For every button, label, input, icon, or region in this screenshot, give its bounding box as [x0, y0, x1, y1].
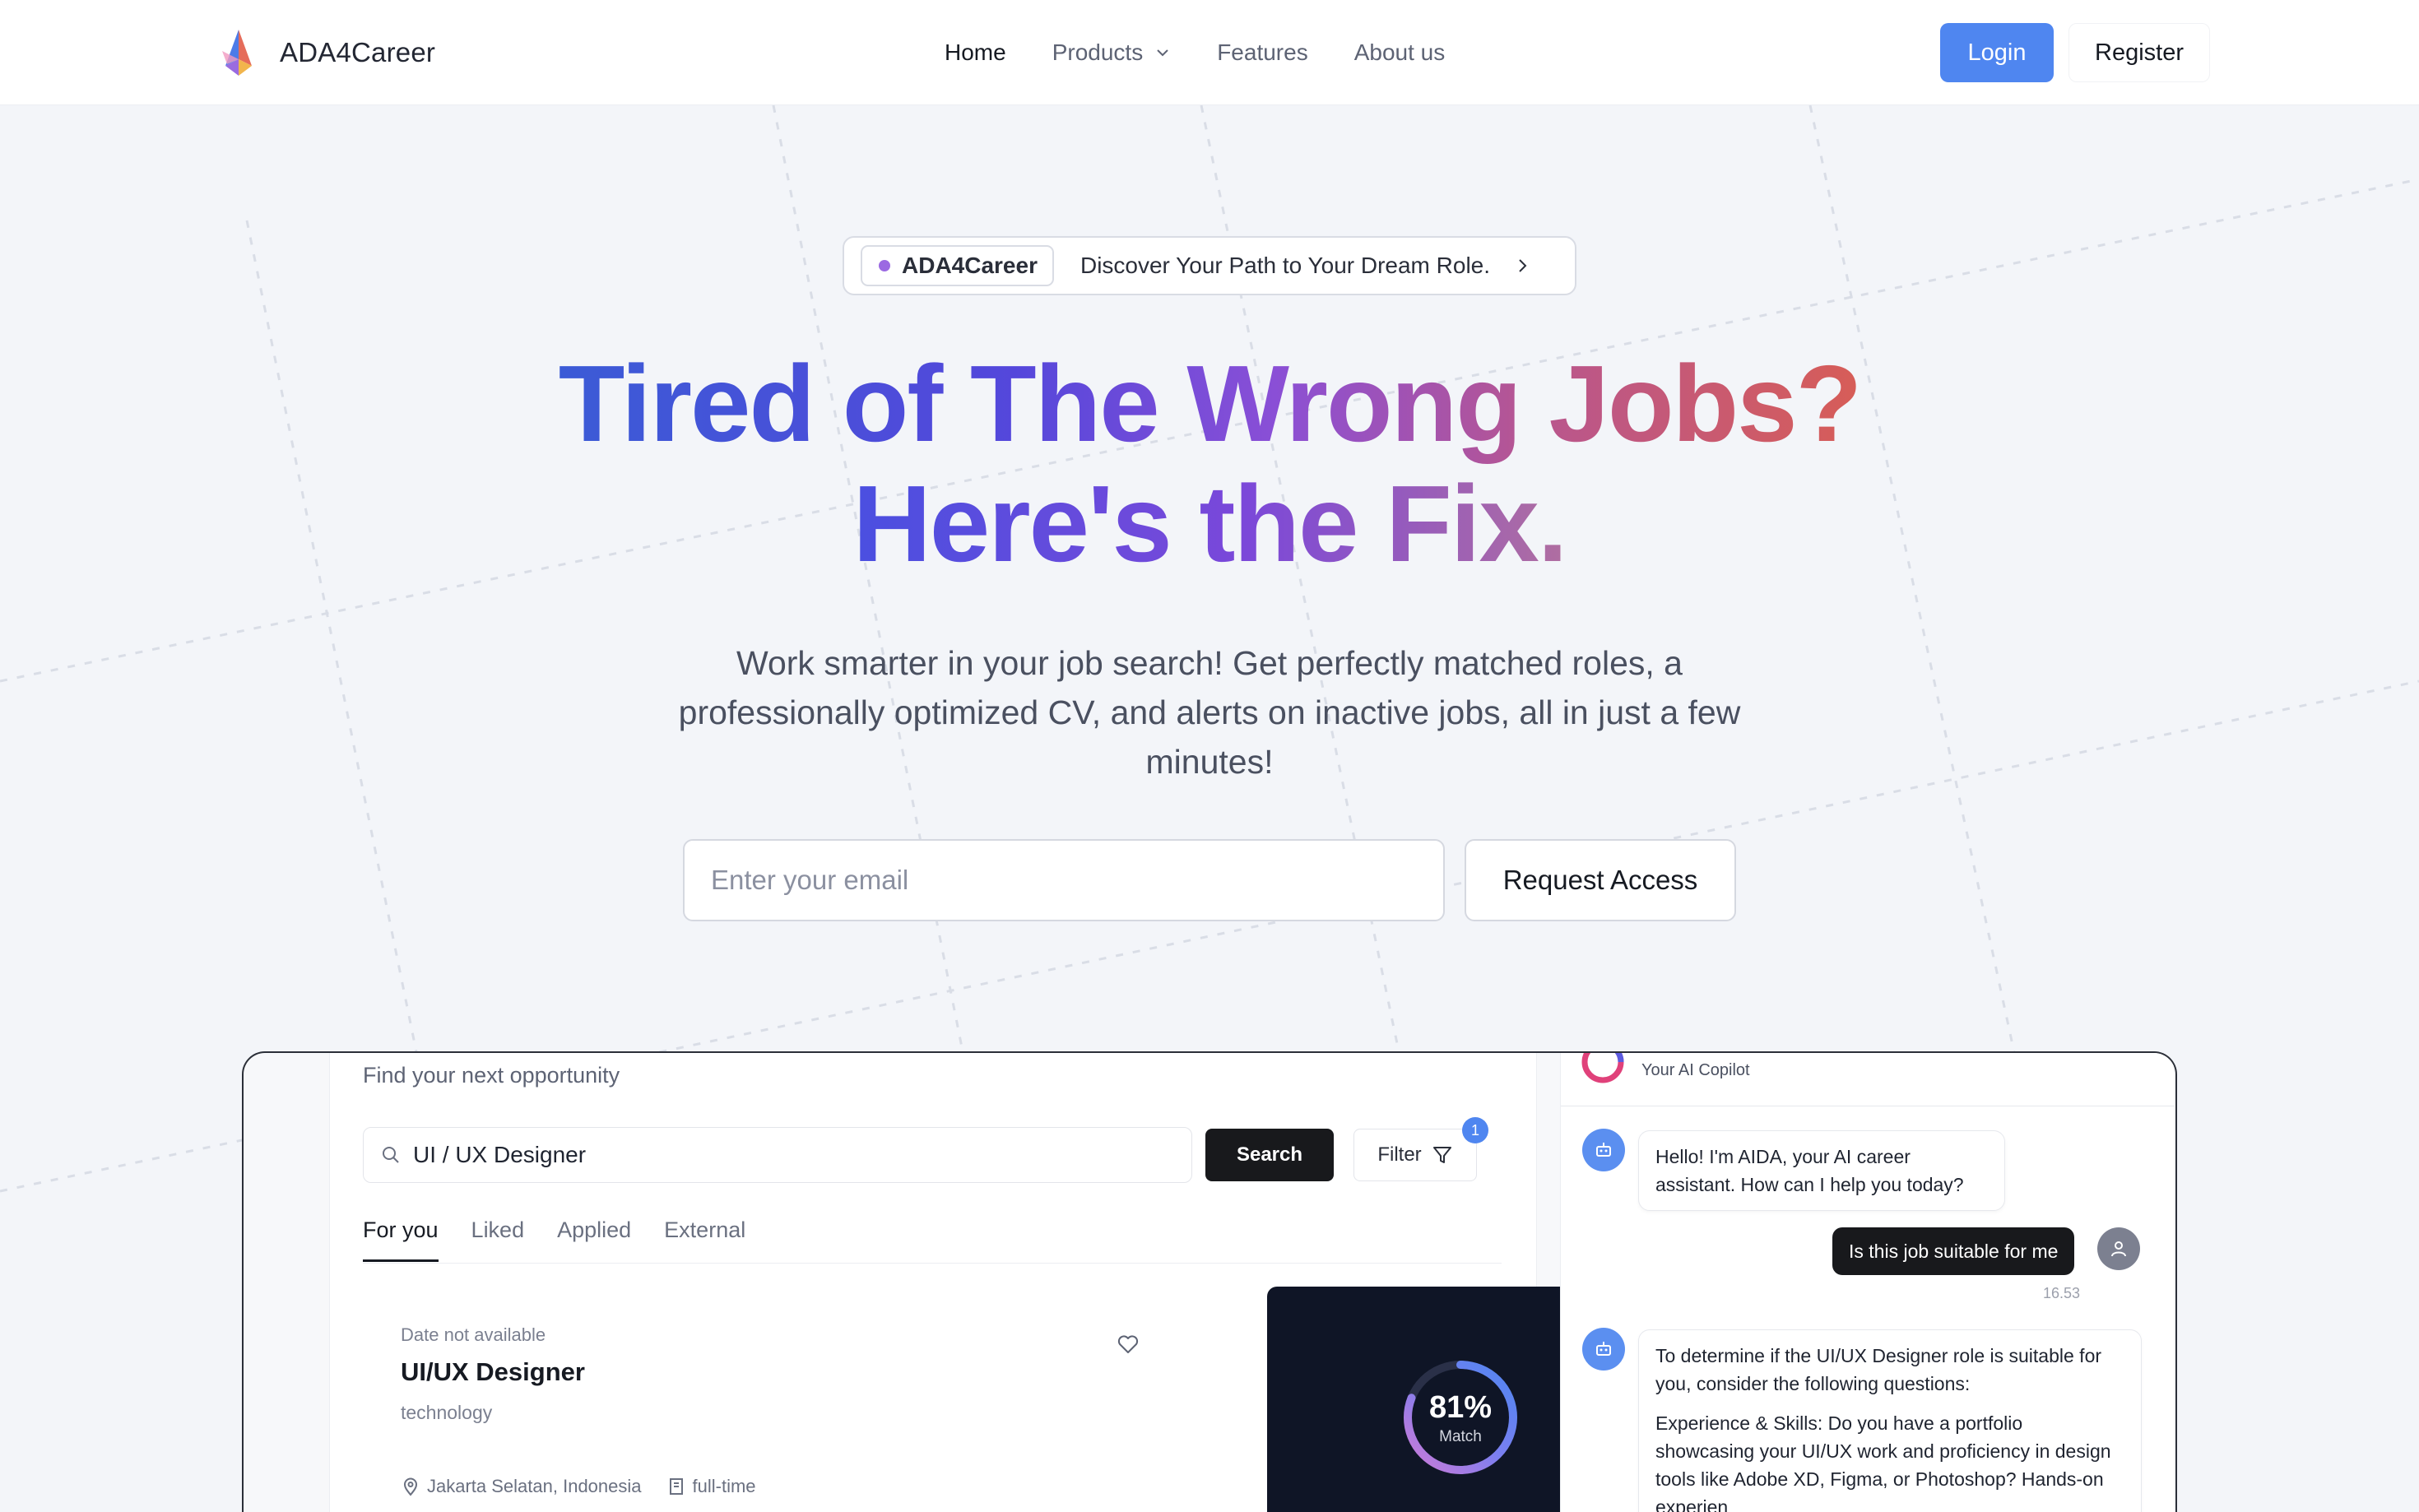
- nav-about[interactable]: About us: [1354, 39, 1446, 66]
- bot-reply-intro: To determine if the UI/UX Designer role …: [1655, 1345, 2102, 1394]
- match-percent: 81%: [1428, 1390, 1493, 1425]
- tab-external[interactable]: External: [664, 1217, 745, 1262]
- job-location: Jakarta Selatan, Indonesia: [427, 1476, 642, 1496]
- job-title[interactable]: UI/UX Designer: [401, 1357, 585, 1387]
- bot-reply-detail: Experience & Skills: Do you have a portf…: [1655, 1412, 2111, 1512]
- robot-icon: [1596, 1342, 1611, 1356]
- job-search-input[interactable]: UI / UX Designer: [363, 1127, 1192, 1183]
- nav-about-label: About us: [1353, 39, 1446, 65]
- app-preview: Find your next opportunity UI / UX Desig…: [242, 1051, 2177, 1512]
- nav-features[interactable]: Features: [1217, 39, 1308, 66]
- job-tabs: For you Liked Applied External: [363, 1217, 778, 1262]
- nav-products[interactable]: Products: [1052, 39, 1172, 66]
- bot-reply-bubble: To determine if the UI/UX Designer role …: [1638, 1329, 2142, 1512]
- job-type: full-time: [692, 1476, 756, 1496]
- email-input[interactable]: [683, 839, 1445, 921]
- robot-icon: [1596, 1143, 1611, 1157]
- hero-subtext: Work smarter in your job search! Get per…: [678, 644, 1741, 781]
- nav-products-label: Products: [1052, 39, 1144, 65]
- chevron-right-icon: [1519, 259, 1527, 272]
- message-time: 16.53: [2043, 1285, 2081, 1301]
- announcement-pill[interactable]: ADA4Career Discover Your Path to Your Dr…: [843, 236, 1576, 295]
- headline-line-2: Here's the Fix.: [852, 463, 1567, 584]
- tabs-divider: [363, 1263, 1502, 1264]
- pill-tag-label: ADA4Career: [902, 253, 1038, 278]
- filter-count-badge: 1: [1462, 1117, 1488, 1143]
- main-nav: Home Products Features About us: [945, 33, 1491, 72]
- chat-panel: Your AI Copilot Hello! I'm AIDA, your AI…: [1560, 1053, 2175, 1512]
- hero-headline: Tired of The Wrong Jobs? Here's the Fix.: [0, 344, 2419, 584]
- job-category: technology: [401, 1402, 493, 1423]
- brand-logo-icon: [222, 30, 252, 76]
- bot-greeting-bubble: Hello! I'm AIDA, your AI career assistan…: [1638, 1130, 2005, 1211]
- search-button[interactable]: Search: [1205, 1129, 1334, 1181]
- building-icon: [669, 1478, 683, 1495]
- headline-line-1: Tired of The Wrong Jobs?: [558, 343, 1862, 464]
- job-meta: Jakarta Selatan, Indonesia full-time: [401, 1476, 756, 1497]
- search-value: UI / UX Designer: [413, 1142, 587, 1167]
- user-message-bubble: Is this job suitable for me: [1832, 1227, 2075, 1275]
- bot-avatar-2: [1582, 1328, 1625, 1371]
- register-button[interactable]: Register: [2068, 23, 2210, 82]
- location-pin-icon: [403, 1477, 418, 1496]
- user-icon: [2111, 1241, 2126, 1257]
- nav-features-label: Features: [1217, 39, 1308, 65]
- filter-icon: [1432, 1147, 1451, 1163]
- copilot-avatar-icon: [1581, 1053, 1624, 1083]
- bot-avatar: [1582, 1129, 1625, 1171]
- filter-label: Filter: [1377, 1143, 1422, 1166]
- filter-button[interactable]: Filter: [1353, 1129, 1477, 1181]
- match-label: Match: [1439, 1428, 1482, 1445]
- brand-name: ADA4Career: [280, 37, 436, 67]
- find-title: Find your next opportunity: [363, 1063, 620, 1088]
- nav-home[interactable]: Home: [945, 39, 1006, 66]
- request-access-button[interactable]: Request Access: [1465, 839, 1736, 921]
- pill-text: Discover Your Path to Your Dream Role.: [1079, 253, 1491, 278]
- brand[interactable]: ADA4Career: [216, 25, 435, 81]
- pill-dot: [879, 260, 890, 271]
- chevron-down-icon: [1157, 49, 1168, 57]
- job-date: Date not available: [401, 1324, 546, 1345]
- pill-tag: ADA4Career: [861, 245, 1054, 286]
- tab-applied[interactable]: Applied: [557, 1217, 631, 1262]
- tab-for-you[interactable]: For you: [363, 1217, 439, 1262]
- search-icon: [383, 1147, 399, 1163]
- tab-liked[interactable]: Liked: [471, 1217, 525, 1262]
- heart-icon[interactable]: [1117, 1333, 1140, 1356]
- nav-home-label: Home: [945, 39, 1006, 65]
- site-header: ADA4Career Home Products Features About …: [0, 0, 2419, 105]
- chat-subtitle: Your AI Copilot: [1641, 1061, 1750, 1079]
- login-button[interactable]: Login: [1940, 23, 2054, 82]
- user-avatar: [2097, 1227, 2140, 1270]
